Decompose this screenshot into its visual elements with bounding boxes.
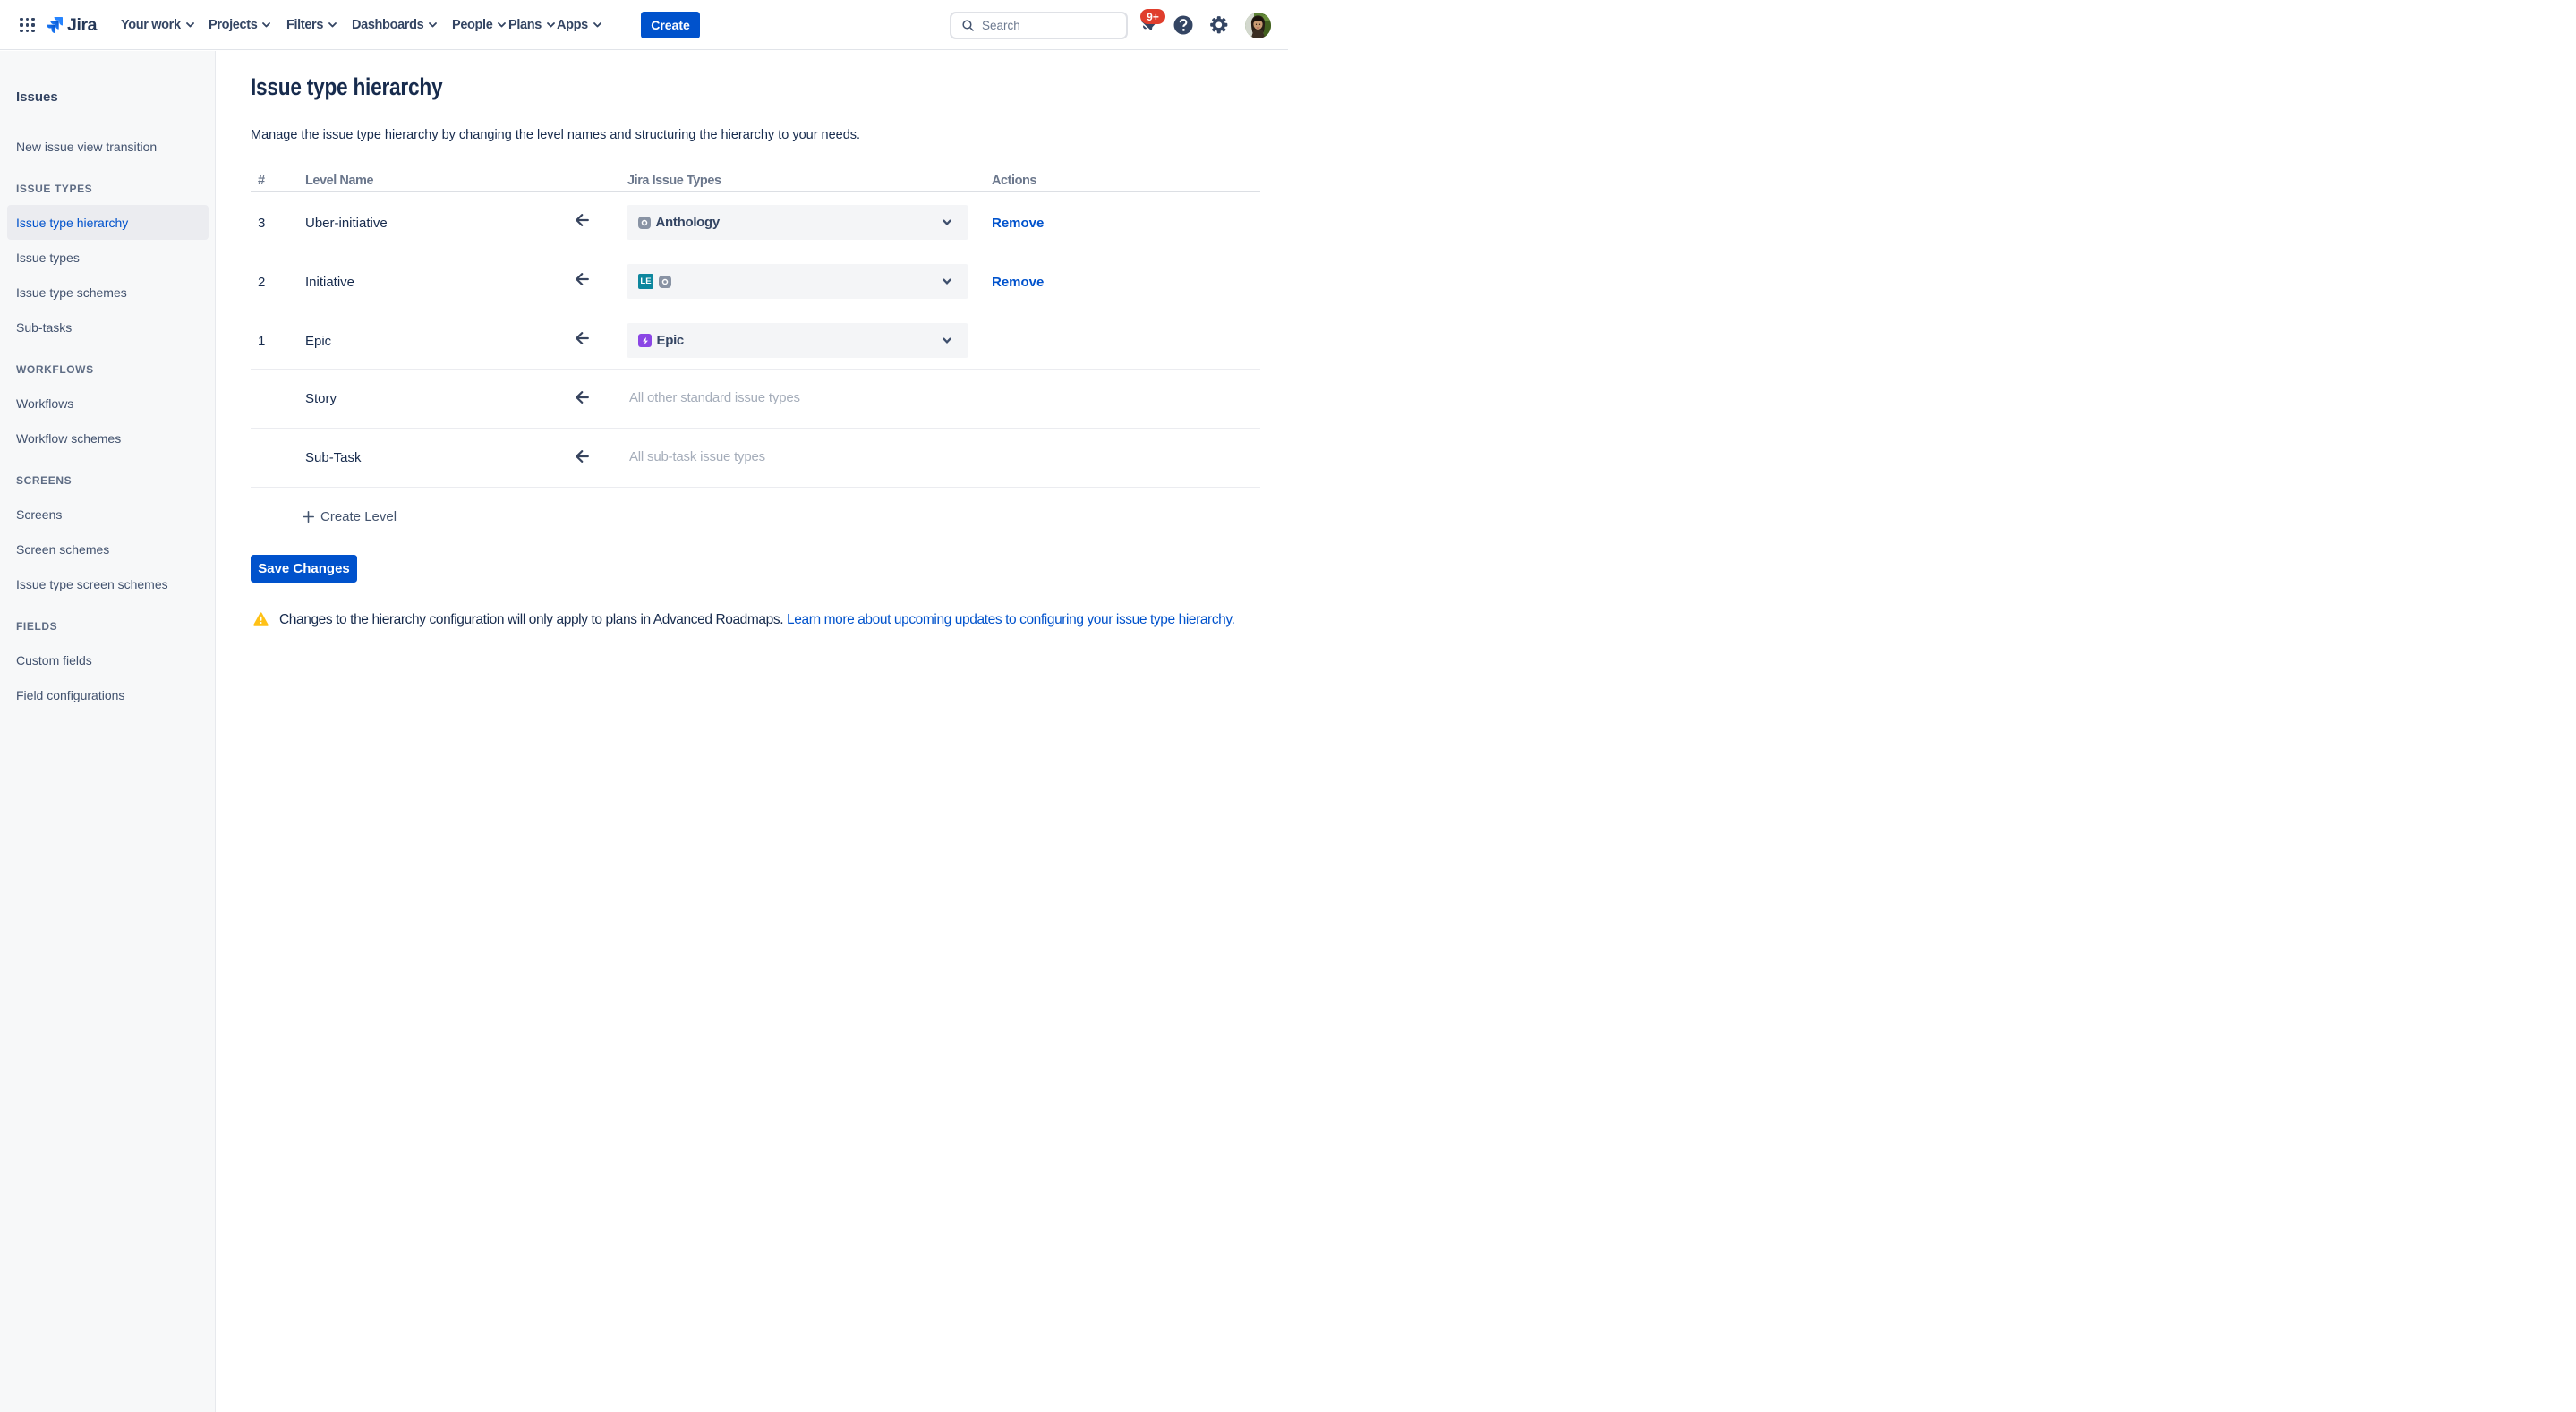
sidebar-section-workflows: WORKFLOWS <box>0 361 215 379</box>
gear-icon <box>1209 15 1229 35</box>
sidebar-section-fields: FIELDS <box>0 617 215 635</box>
table-row: 1 Epic Epic <box>251 310 1260 370</box>
page-title: Issue type hierarchy <box>251 73 1099 101</box>
column-header-level-name: Level Name <box>305 171 537 188</box>
top-navigation-bar: Jira Your work Projects Filters Dashboar… <box>0 0 1288 50</box>
search-input[interactable] <box>982 19 1107 32</box>
issue-type-icon <box>659 276 671 288</box>
chevron-down-icon <box>328 22 337 28</box>
help-icon <box>1173 15 1193 35</box>
left-arrow-icon <box>576 273 589 285</box>
level-name: Sub-Task <box>305 450 537 465</box>
nav-filters[interactable]: Filters <box>286 0 337 50</box>
remove-link[interactable]: Remove <box>985 275 1044 290</box>
warning-icon <box>253 612 269 626</box>
column-header-number: # <box>251 171 305 188</box>
hierarchy-table: # Level Name Jira Issue Types Actions 3 … <box>251 167 1260 488</box>
initiative-issue-type-badge: LE <box>638 274 653 289</box>
sidebar-item-issue-types[interactable]: Issue types <box>0 240 215 275</box>
chevron-down-icon <box>943 278 951 285</box>
table-row: Story All other standard issue types <box>251 370 1260 429</box>
sidebar-item-sub-tasks[interactable]: Sub-tasks <box>0 310 215 344</box>
chevron-down-icon <box>943 219 951 225</box>
jira-logo-icon <box>44 14 65 36</box>
avatar-image <box>1245 13 1271 38</box>
jira-logo[interactable]: Jira <box>44 0 97 50</box>
user-avatar[interactable] <box>1245 0 1271 50</box>
main-content: Issue type hierarchy Manage the issue ty… <box>217 51 1288 628</box>
row-level-number: 2 <box>251 275 305 290</box>
search-box[interactable] <box>950 12 1128 39</box>
warning-text: Changes to the hierarchy configuration w… <box>279 612 783 627</box>
chevron-down-icon <box>262 22 270 28</box>
anthology-issue-type-icon <box>638 217 651 229</box>
search-icon <box>961 19 975 32</box>
sidebar-item-screens[interactable]: Screens <box>0 497 215 532</box>
left-arrow-icon <box>576 450 589 463</box>
level-name: Epic <box>305 334 537 349</box>
level-name: Initiative <box>305 275 537 290</box>
sidebar-item-new-issue-view-transition[interactable]: New issue view transition <box>0 129 215 164</box>
sidebar-item-workflow-schemes[interactable]: Workflow schemes <box>0 421 215 455</box>
issue-types-dropdown[interactable]: Anthology <box>627 205 968 240</box>
dropdown-value: Anthology <box>656 215 720 230</box>
nav-apps[interactable]: Apps <box>557 0 601 50</box>
help-button[interactable] <box>1173 0 1194 50</box>
table-row: 2 Initiative LE Remove <box>251 251 1260 310</box>
nav-your-work[interactable]: Your work <box>121 0 194 50</box>
plus-icon <box>303 511 314 523</box>
row-level-number: 1 <box>251 334 305 349</box>
table-row: 3 Uber-initiative Anthology Remove <box>251 192 1260 251</box>
sidebar-section-issue-types: ISSUE TYPES <box>0 180 215 198</box>
issue-types-placeholder: All sub-task issue types <box>623 449 985 464</box>
epic-issue-type-icon <box>638 334 652 347</box>
row-level-number: 3 <box>251 216 305 231</box>
sidebar-item-field-configurations[interactable]: Field configurations <box>0 677 215 712</box>
table-header-row: # Level Name Jira Issue Types Actions <box>251 167 1260 192</box>
chevron-down-icon <box>186 22 194 28</box>
left-arrow-icon <box>576 214 589 226</box>
left-arrow-icon <box>576 332 589 344</box>
sidebar-item-issue-type-screen-schemes[interactable]: Issue type screen schemes <box>0 566 215 601</box>
nav-plans[interactable]: Plans <box>508 0 555 50</box>
issue-types-dropdown[interactable]: LE <box>627 264 968 299</box>
sidebar-item-issue-type-schemes[interactable]: Issue type schemes <box>0 275 215 310</box>
chevron-down-icon <box>943 337 951 344</box>
warning-message: Changes to the hierarchy configuration w… <box>251 612 1260 628</box>
level-name: Uber-initiative <box>305 216 537 231</box>
sidebar-item-workflows[interactable]: Workflows <box>0 386 215 421</box>
create-button[interactable]: Create <box>641 12 700 39</box>
column-header-jira-issue-types: Jira Issue Types <box>623 171 985 188</box>
settings-sidebar: Issues New issue view transition ISSUE T… <box>0 51 216 1412</box>
settings-button[interactable] <box>1208 0 1230 50</box>
remove-link[interactable]: Remove <box>985 216 1044 231</box>
sidebar-section-screens: SCREENS <box>0 472 215 489</box>
create-level-button[interactable]: Create Level <box>303 509 1260 524</box>
chevron-down-icon <box>593 22 601 28</box>
issue-types-placeholder: All other standard issue types <box>623 390 985 405</box>
chevron-down-icon <box>498 22 506 28</box>
warning-learn-more-link[interactable]: Learn more about upcoming updates to con… <box>787 612 1234 627</box>
dropdown-value: Epic <box>657 333 684 348</box>
save-changes-button[interactable]: Save Changes <box>251 555 357 583</box>
page-description: Manage the issue type hierarchy by chang… <box>251 128 1260 142</box>
level-name: Story <box>305 391 537 406</box>
jira-logo-text: Jira <box>67 15 97 36</box>
chevron-down-icon <box>547 22 555 28</box>
column-header-actions: Actions <box>985 171 1260 188</box>
issue-types-dropdown[interactable]: Epic <box>627 323 968 358</box>
app-switcher-icon[interactable] <box>20 18 35 33</box>
sidebar-item-custom-fields[interactable]: Custom fields <box>0 642 215 677</box>
left-arrow-icon <box>576 391 589 404</box>
sidebar-item-screen-schemes[interactable]: Screen schemes <box>0 532 215 566</box>
chevron-down-icon <box>429 22 437 28</box>
sidebar-heading: Issues <box>0 79 215 115</box>
nav-people[interactable]: People <box>452 0 506 50</box>
sidebar-item-issue-type-hierarchy[interactable]: Issue type hierarchy <box>7 205 209 240</box>
table-row: Sub-Task All sub-task issue types <box>251 429 1260 488</box>
notification-badge: 9+ <box>1140 9 1165 24</box>
nav-dashboards[interactable]: Dashboards <box>352 0 437 50</box>
nav-projects[interactable]: Projects <box>209 0 270 50</box>
